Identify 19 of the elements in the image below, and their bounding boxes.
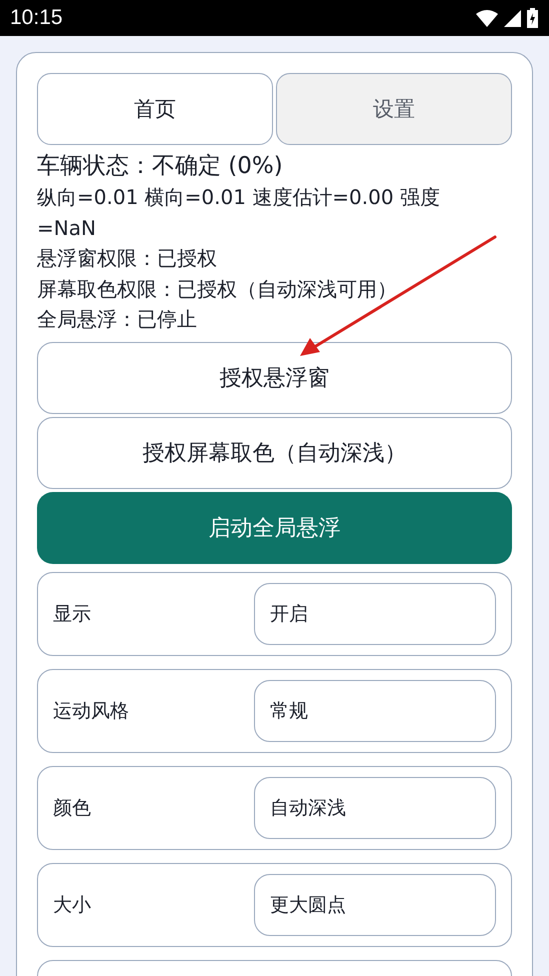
status-text: 全局悬浮：已停止 [37, 306, 198, 333]
clock-time: 10:15 [10, 6, 63, 30]
authorize-button[interactable]: 授权屏幕取色（自动深浅） [37, 416, 512, 488]
authorize-button[interactable]: 授权悬浮窗 [37, 342, 512, 414]
setting-dropdown[interactable]: 自动深浅 [254, 776, 496, 838]
setting-label: 显示 [53, 602, 91, 626]
setting-dropdown[interactable]: 常规 [254, 680, 496, 742]
setting-label: 颜色 [53, 796, 91, 820]
status-text: 屏幕取色权限：已授权（自动深浅可用） [37, 276, 398, 302]
vehicle-status-heading: 车辆状态：不确定 (0%) [37, 152, 284, 181]
setting-label: 大小 [53, 892, 91, 918]
setting-dropdown[interactable]: 更大圆点 [254, 874, 496, 936]
status-text: 纵向=0.01 横向=0.01 速度估计=0.00 强度=NaN [37, 184, 441, 242]
setting-dropdown[interactable]: 开启 [254, 582, 496, 644]
tab[interactable]: 设置 [276, 73, 512, 145]
setting-label: 运动风格 [53, 698, 129, 724]
tab[interactable]: 首页 [37, 73, 273, 145]
status-text: 悬浮窗权限：已授权 [37, 245, 218, 272]
start-button[interactable]: 启动全局悬浮 [37, 492, 512, 564]
